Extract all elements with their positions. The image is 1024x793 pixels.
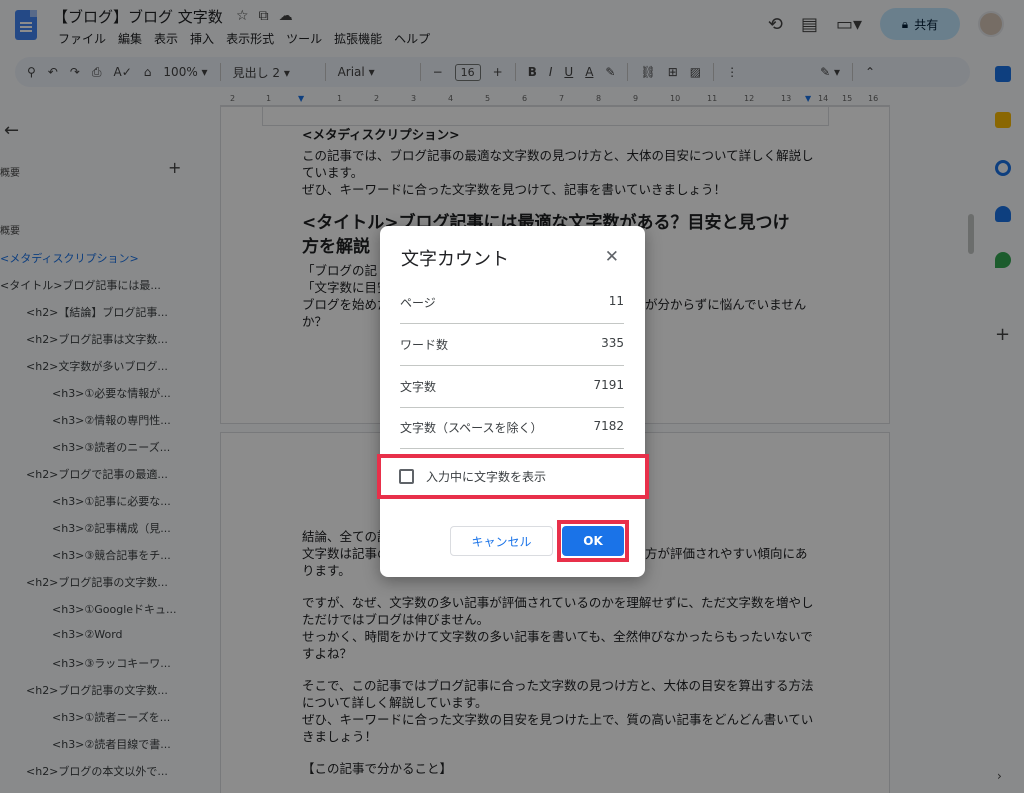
dialog-title: 文字カウント: [401, 249, 509, 270]
stat-label: ワード数: [400, 338, 449, 352]
stat-value: 335: [601, 336, 624, 350]
stat-label: ページ: [400, 296, 436, 310]
stat-label: 文字数（スペースを除く）: [400, 421, 543, 435]
stat-value: 11: [608, 294, 624, 308]
highlight-box-checkbox: [377, 454, 649, 499]
stat-row-characters: 文字数 7191: [400, 366, 624, 408]
cancel-button[interactable]: キャンセル: [450, 526, 553, 556]
stat-row-pages: ページ 11: [400, 282, 624, 324]
highlight-box-ok: [557, 520, 629, 562]
stat-row-words: ワード数 335: [400, 324, 624, 366]
stat-value: 7191: [593, 378, 624, 392]
close-icon[interactable]: ✕: [605, 247, 619, 267]
stat-value: 7182: [593, 419, 624, 433]
stat-row-characters-no-spaces: 文字数（スペースを除く） 7182: [400, 407, 624, 449]
stat-label: 文字数: [400, 380, 437, 394]
